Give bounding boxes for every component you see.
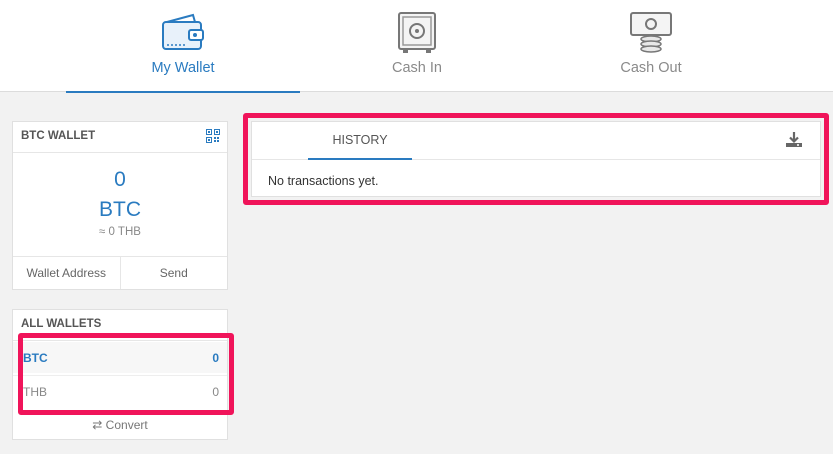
nav-label-cash-in: Cash In xyxy=(392,60,442,76)
wallet-row-name: BTC xyxy=(23,351,48,365)
send-button[interactable]: Send xyxy=(121,257,228,289)
btc-wallet-actions: Wallet Address Send xyxy=(13,256,227,289)
top-nav: My Wallet Cash In Cash Out xyxy=(0,0,833,93)
wallet-address-button[interactable]: Wallet Address xyxy=(13,257,121,289)
history-empty-message: No transactions yet. xyxy=(268,174,379,188)
wallet-row-value: 0 xyxy=(212,385,219,399)
btc-wallet-title: BTC WALLET xyxy=(21,130,96,142)
btc-wallet-card: BTC WALLET 0 BTC ≈ 0 THB Wallet Address … xyxy=(12,121,228,290)
wallet-row-value: 0 xyxy=(212,351,219,365)
all-wallets-card: ALL WALLETS BTC 0 THB 0 ⇄ Convert xyxy=(12,309,228,440)
history-tabs: HISTORY xyxy=(252,122,820,160)
btc-fiat-equivalent: ≈ 0 THB xyxy=(99,226,141,238)
safe-icon xyxy=(398,12,436,53)
wallet-row-thb[interactable]: THB 0 xyxy=(13,375,227,406)
cash-stack-icon xyxy=(630,12,672,53)
wallet-icon xyxy=(162,13,204,50)
convert-button[interactable]: ⇄ Convert xyxy=(13,418,227,432)
all-wallets-header: ALL WALLETS xyxy=(13,310,227,341)
qr-code-icon[interactable] xyxy=(206,129,220,143)
nav-label-cash-out: Cash Out xyxy=(620,60,682,76)
tab-history[interactable]: HISTORY xyxy=(308,133,412,147)
wallet-row-name: THB xyxy=(23,385,47,399)
nav-tab-cash-out[interactable]: Cash Out xyxy=(534,0,768,92)
btc-balance-amount: 0 xyxy=(114,168,126,191)
wallet-row-btc[interactable]: BTC 0 xyxy=(13,342,227,373)
btc-wallet-header: BTC WALLET xyxy=(13,122,227,153)
nav-tab-cash-in[interactable]: Cash In xyxy=(300,0,534,92)
active-tab-indicator xyxy=(308,158,412,160)
all-wallets-title: ALL WALLETS xyxy=(21,318,102,330)
history-panel: HISTORY No transactions yet. xyxy=(251,121,821,197)
nav-label-my-wallet: My Wallet xyxy=(151,60,215,76)
download-icon[interactable] xyxy=(785,131,803,148)
btc-balance-currency: BTC xyxy=(99,198,141,221)
nav-tab-my-wallet[interactable]: My Wallet xyxy=(66,0,300,93)
